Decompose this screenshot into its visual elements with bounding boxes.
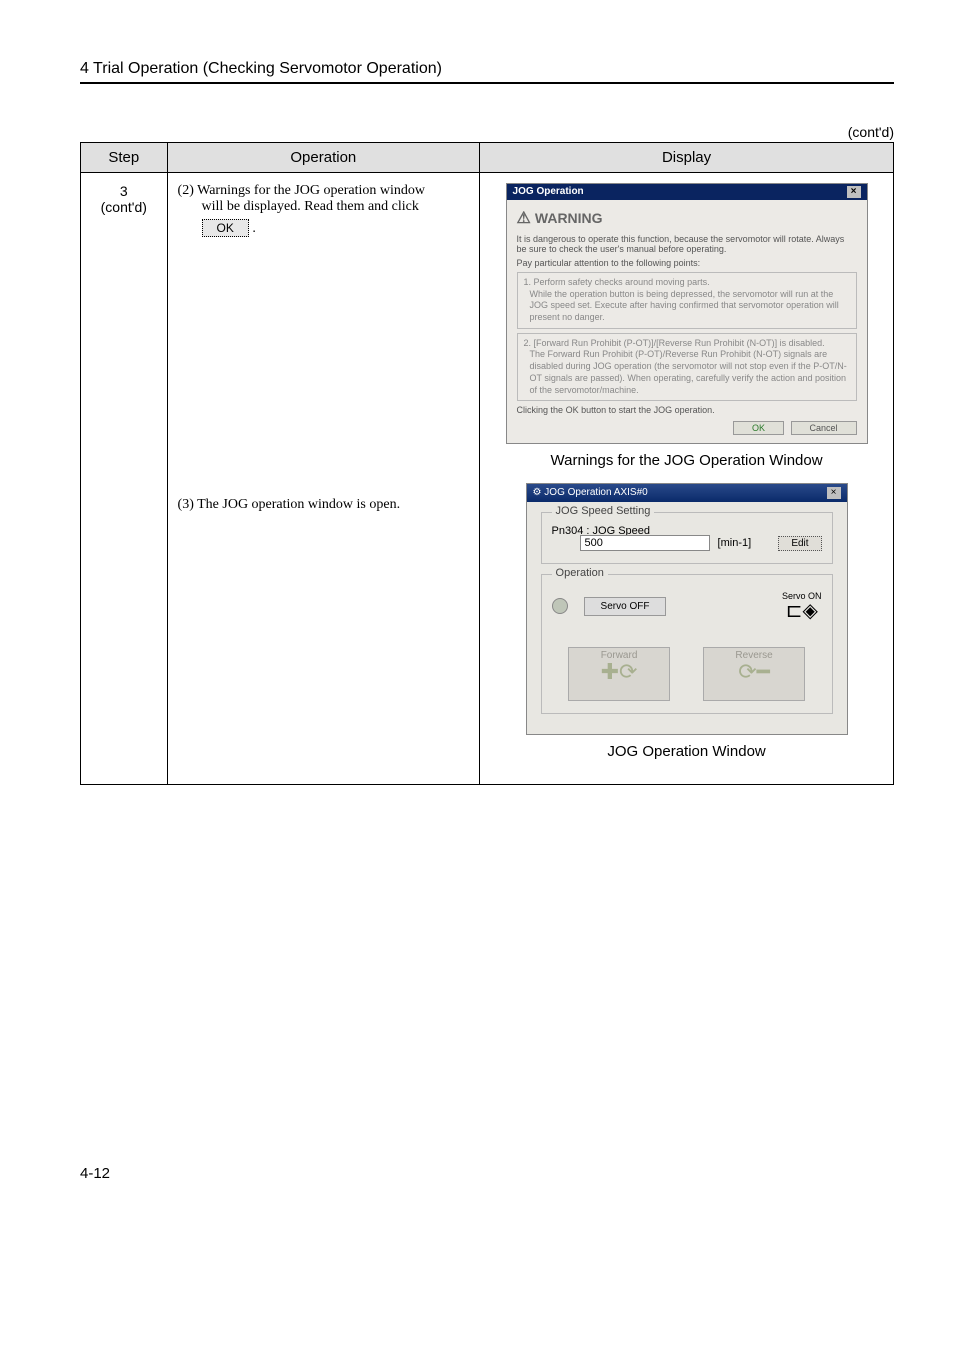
step-contd: (cont'd) [91,199,157,215]
warn-text-2: Pay particular attention to the followin… [517,258,857,268]
header-operation: Operation [167,143,480,173]
warn-box1-head: 1. Perform safety checks around moving p… [524,277,850,289]
op-text-1b: will be displayed. Read them and click [178,199,470,215]
header-display: Display [480,143,894,173]
contd-label: (cont'd) [80,124,894,140]
warn-box-2: 2. [Forward Run Prohibit (P-OT)]/[Revers… [517,333,857,401]
warn-box2-text: The Forward Run Prohibit (P-OT)/Reverse … [530,349,850,396]
jog-operation-dialog: ⚙ JOG Operation AXIS#0 × JOG Speed Setti… [526,483,848,735]
jog-speed-input[interactable]: 500 [580,535,710,551]
reverse-button[interactable]: Reverse ⟳━ [703,647,805,701]
warning-icon: ⚠ [517,208,531,228]
unit-label: [min-1] [718,537,752,549]
dialog-ok-button[interactable]: OK [733,421,784,435]
dialog-cancel-button[interactable]: Cancel [791,421,857,435]
page-number: 4-12 [80,1165,894,1182]
procedure-table: Step Operation Display 3 (cont'd) (2) Wa… [80,142,894,785]
servo-on-icon: ⊏◈ [782,601,822,621]
ok-button-inline[interactable]: OK [202,219,249,237]
edit-button[interactable]: Edit [778,536,821,551]
operation-cell: (2) Warnings for the JOG operation windo… [167,173,480,785]
dialog1-caption: Warnings for the JOG Operation Window [490,452,883,469]
display-cell: JOG Operation × ⚠ WARNING It is dangerou… [480,173,894,785]
chapter-title: 4 Trial Operation (Checking Servomotor O… [80,60,894,78]
close-icon[interactable]: × [847,186,861,198]
step-cell: 3 (cont'd) [81,173,168,785]
warn-box2-head: 2. [Forward Run Prohibit (P-OT)]/[Revers… [524,338,850,350]
close-icon[interactable]: × [827,487,841,499]
gear-icon: ⚙ [533,487,542,498]
op-period: . [252,221,256,236]
warn-box1-text: While the operation button is being depr… [530,289,850,324]
servo-indicator-icon [552,598,568,614]
dialog2-caption: JOG Operation Window [490,743,883,760]
dialog2-title: ⚙ JOG Operation AXIS#0 [533,487,648,499]
legend-speed: JOG Speed Setting [552,505,655,517]
step-number: 3 [91,183,157,199]
forward-button[interactable]: Forward ✚⟳ [568,647,670,701]
jog-speed-fieldset: JOG Speed Setting Pn304 : JOG Speed 500 … [541,512,833,564]
header-step: Step [81,143,168,173]
warn-box-1: 1. Perform safety checks around moving p… [517,272,857,329]
forward-icon: ✚⟳ [569,661,669,683]
warn-text-1: It is dangerous to operate this function… [517,234,857,254]
jog-warning-dialog: JOG Operation × ⚠ WARNING It is dangerou… [506,183,868,444]
operation-fieldset: Operation Servo OFF Servo ON ⊏◈ [541,574,833,714]
legend-operation: Operation [552,567,608,579]
dialog-title: JOG Operation [513,186,584,198]
warn-text-3: Clicking the OK button to start the JOG … [517,405,857,415]
op-text-2: (3) The JOG operation window is open. [178,497,470,513]
op-text-1a: (2) Warnings for the JOG operation windo… [178,183,470,199]
warning-label: WARNING [535,210,603,226]
reverse-icon: ⟳━ [704,661,804,683]
servo-off-button[interactable]: Servo OFF [584,597,667,616]
title-underline [80,82,894,84]
